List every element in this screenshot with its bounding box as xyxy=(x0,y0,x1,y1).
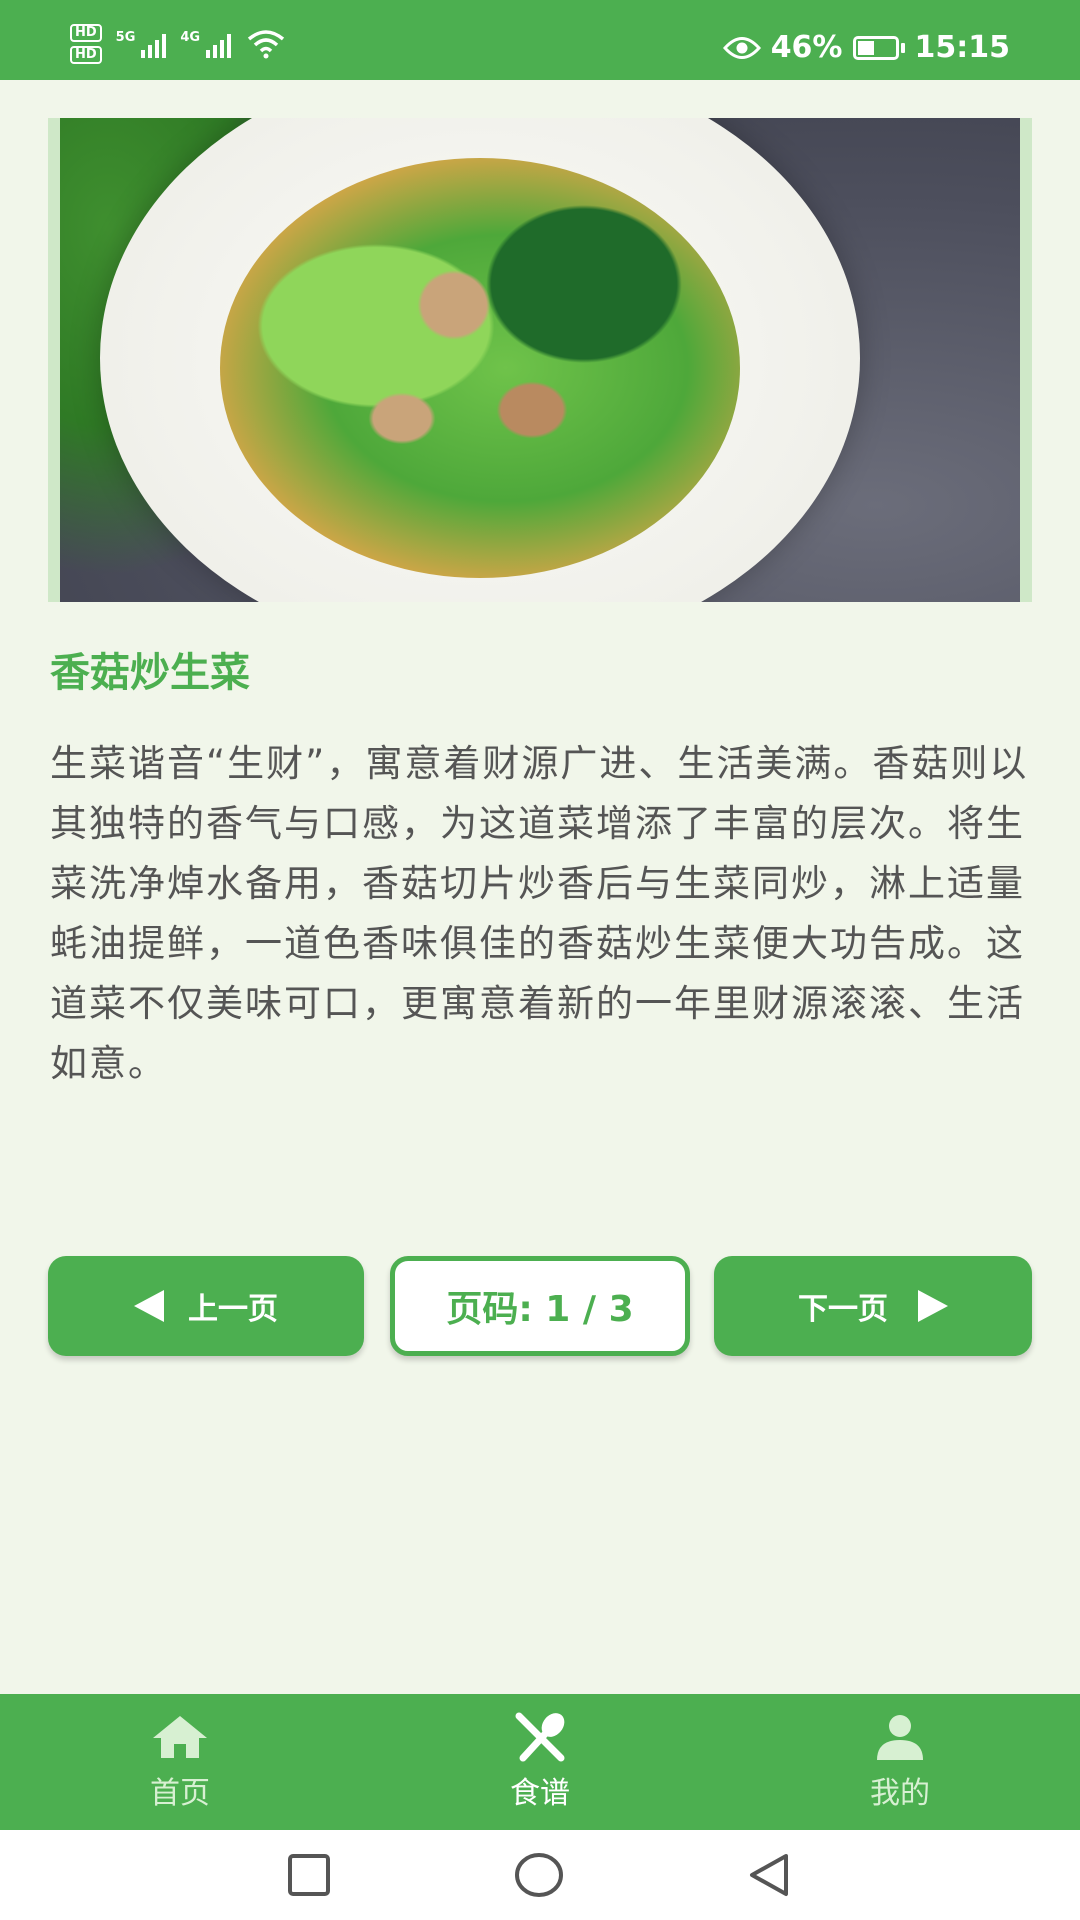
status-left: HD HD 5G 4G xyxy=(70,24,285,64)
eye-icon xyxy=(722,36,761,59)
hd-badge-2: HD xyxy=(70,46,102,64)
clock: 15:15 xyxy=(914,30,1011,65)
dish-photo xyxy=(60,118,1020,602)
tab-recipes[interactable]: 食谱 xyxy=(360,1694,720,1830)
recipe-image xyxy=(48,118,1032,602)
wifi-icon xyxy=(247,30,285,59)
next-page-button[interactable]: 下一页 xyxy=(714,1256,1032,1356)
pager: 上一页 页码: 1 / 3 下一页 xyxy=(48,1256,1032,1356)
food xyxy=(220,158,740,578)
network-type-1: 5G xyxy=(115,29,136,45)
arrow-left-icon xyxy=(134,1290,164,1322)
bottom-nav: 首页 食谱 我的 xyxy=(0,1694,1080,1830)
home-circle-icon[interactable] xyxy=(514,1852,564,1898)
hd-badge-1: HD xyxy=(70,24,102,42)
system-nav-bar xyxy=(0,1830,1080,1920)
utensils-icon xyxy=(515,1712,565,1762)
page-indicator: 页码: 1 / 3 xyxy=(390,1256,690,1356)
recipe-title: 香菇炒生菜 xyxy=(50,650,250,696)
tab-profile-label: 我的 xyxy=(870,1776,930,1811)
network-type-2: 4G xyxy=(180,29,201,45)
battery-percent: 46% xyxy=(770,30,843,65)
recent-apps-icon[interactable] xyxy=(286,1852,332,1898)
arrow-right-icon xyxy=(918,1290,948,1322)
tab-profile[interactable]: 我的 xyxy=(720,1694,1080,1830)
prev-page-button[interactable]: 上一页 xyxy=(48,1256,364,1356)
back-icon[interactable] xyxy=(746,1852,792,1898)
tab-home[interactable]: 首页 xyxy=(0,1694,360,1830)
signal-icon-2 xyxy=(206,30,232,58)
signal-icon xyxy=(141,30,167,58)
home-icon xyxy=(153,1716,207,1758)
battery-icon xyxy=(852,35,905,60)
person-icon xyxy=(877,1715,923,1760)
status-right: 46% 15:15 xyxy=(722,30,1011,65)
tab-home-label: 首页 xyxy=(150,1776,210,1811)
prev-page-label: 上一页 xyxy=(188,1292,278,1327)
status-bar: HD HD 5G 4G 46% 15:15 xyxy=(0,0,1080,80)
tab-recipes-label: 食谱 xyxy=(510,1776,570,1811)
next-page-label: 下一页 xyxy=(798,1292,888,1327)
recipe-description: 生菜谐音“生财”，寓意着财源广进、生活美满。香菇则以其独特的香气与口感，为这道菜… xyxy=(50,742,1029,1085)
